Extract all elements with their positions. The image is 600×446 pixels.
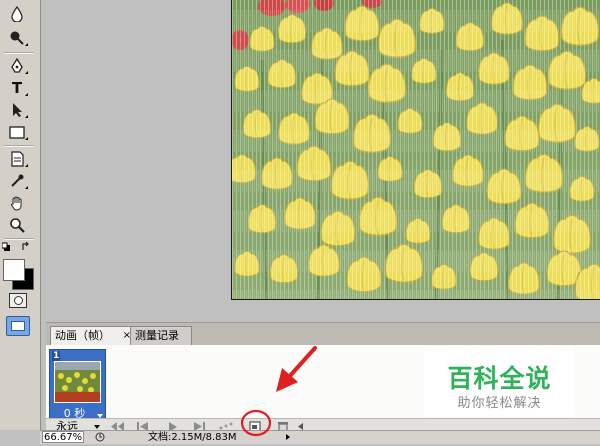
tools-divider bbox=[4, 145, 34, 147]
quick-mask-icon[interactable] bbox=[9, 293, 27, 308]
tab-measurement-log[interactable]: 测量记录 bbox=[130, 326, 192, 345]
zoom-field[interactable]: 66.67% bbox=[42, 431, 84, 443]
watermark-title: 百科全说 bbox=[447, 364, 552, 393]
watermark-logo: 百科全说 助你轻松解决 bbox=[424, 345, 575, 417]
status-menu-icon[interactable] bbox=[95, 432, 105, 446]
document-canvas[interactable] bbox=[231, 0, 600, 300]
zoom-icon[interactable] bbox=[6, 215, 28, 235]
frame-number: 1 bbox=[52, 351, 61, 361]
eyedropper-icon[interactable] bbox=[6, 171, 28, 191]
watermark-subtitle: 助你轻松解决 bbox=[457, 396, 542, 411]
document-size: 文档:2.15M/8.83M bbox=[148, 432, 237, 443]
animation-frame[interactable]: 1 0 秒 bbox=[49, 349, 106, 423]
type-icon[interactable]: T bbox=[6, 78, 28, 98]
status-bar: 66.67% 文档:2.15M/8.83M bbox=[40, 430, 600, 444]
tools-divider bbox=[4, 52, 34, 54]
status-arrow-icon[interactable] bbox=[286, 434, 290, 440]
tab-animation-label: 动画（帧） bbox=[55, 329, 110, 342]
default-colors-icon[interactable] bbox=[2, 240, 32, 254]
frame-thumbnail bbox=[54, 361, 101, 403]
chevron-down-icon[interactable] bbox=[94, 425, 100, 429]
screen-mode-icon[interactable] bbox=[6, 316, 30, 336]
foreground-color-swatch[interactable] bbox=[3, 259, 25, 281]
tulip-photo bbox=[232, 0, 600, 299]
hand-icon[interactable] bbox=[6, 193, 28, 213]
pen-icon[interactable] bbox=[6, 56, 28, 76]
notes-icon[interactable] bbox=[6, 149, 28, 169]
tools-panel: T bbox=[0, 0, 41, 430]
path-select-icon[interactable] bbox=[6, 100, 28, 120]
tab-animation[interactable]: 动画（帧） × bbox=[50, 326, 136, 345]
blur-drop-icon[interactable] bbox=[6, 4, 28, 24]
dodge-icon[interactable] bbox=[6, 28, 28, 48]
palette-tab-bar: 动画（帧） × 测量记录 bbox=[46, 323, 600, 345]
rectangle-icon[interactable] bbox=[6, 122, 28, 142]
